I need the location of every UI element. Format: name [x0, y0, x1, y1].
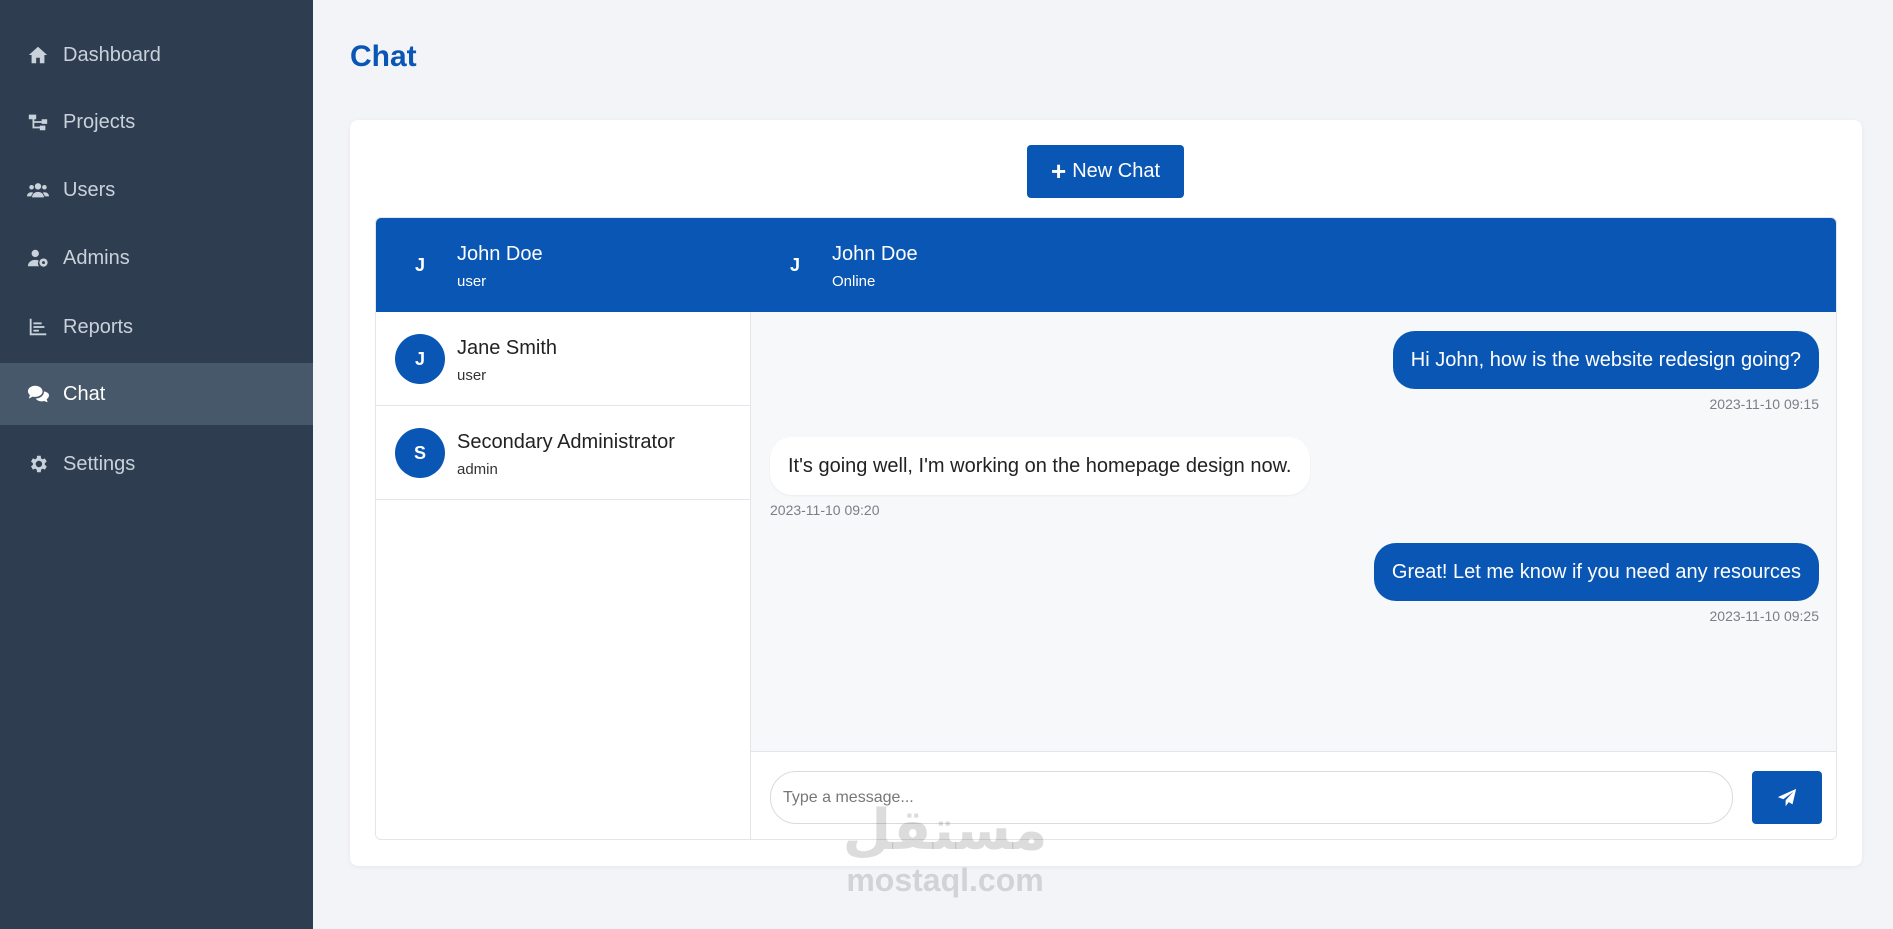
users-icon	[26, 178, 50, 202]
watermark-logo: مستقل	[842, 798, 1048, 863]
message-timestamp: 2023-11-10 09:20	[770, 502, 880, 518]
comments-icon	[26, 382, 50, 406]
sidebar-item-settings[interactable]: Settings	[0, 433, 313, 495]
conversation-header: J John Doe Online	[751, 218, 1836, 312]
sidebar-item-admins[interactable]: Admins	[0, 227, 313, 289]
sidebar-item-label: Projects	[63, 110, 136, 133]
plus-icon: +	[1051, 155, 1067, 186]
contact-item-secondary-administrator[interactable]: S Secondary Administrator admin	[376, 406, 751, 500]
avatar: J	[395, 334, 445, 384]
new-chat-button[interactable]: + New Chat	[1027, 145, 1184, 198]
message-timestamp: 2023-11-10 09:25	[1709, 608, 1820, 624]
message-bubble-outgoing: Great! Let me know if you need any resou…	[1373, 543, 1819, 601]
watermark-text: mostaql.com	[846, 862, 1044, 898]
sidebar-item-label: Admins	[63, 246, 130, 269]
page-title: Chat	[350, 40, 417, 73]
paper-plane-icon	[1776, 787, 1798, 809]
conversation-name: John Doe	[832, 243, 918, 265]
avatar: J	[789, 254, 800, 275]
sidebar-item-users[interactable]: Users	[0, 159, 313, 221]
message-timestamp: 2023-11-10 09:15	[1709, 396, 1820, 412]
contact-item-jane-smith[interactable]: J Jane Smith user	[376, 312, 751, 406]
sidebar: Dashboard Projects Users Admins Reports …	[0, 0, 313, 929]
avatar: J	[414, 254, 425, 275]
chart-icon	[26, 315, 50, 339]
message-bubble-incoming: It's going well, I'm working on the home…	[770, 437, 1310, 495]
chat-panel: J John Doe user J Jane Smith user S Seco…	[375, 217, 1837, 840]
gear-icon	[26, 452, 50, 476]
contact-name: Jane Smith	[457, 337, 558, 359]
contact-list: J John Doe user J Jane Smith user S Seco…	[376, 218, 751, 839]
sidebar-item-dashboard[interactable]: Dashboard	[0, 24, 313, 86]
conversation: J John Doe Online Hi John, how is the we…	[751, 218, 1836, 839]
contact-role: user	[457, 273, 487, 290]
sidebar-item-projects[interactable]: Projects	[0, 91, 313, 153]
new-chat-label: New Chat	[1072, 160, 1160, 182]
contact-name: John Doe	[457, 243, 543, 265]
contact-name: Secondary Administrator	[457, 431, 675, 453]
contact-role: admin	[457, 461, 498, 478]
message-bubble-outgoing: Hi John, how is the website redesign goi…	[1392, 331, 1819, 389]
sidebar-item-chat[interactable]: Chat	[0, 363, 313, 425]
sidebar-item-label: Users	[63, 178, 116, 201]
sidebar-item-label: Dashboard	[63, 43, 161, 66]
sidebar-item-label: Settings	[63, 452, 136, 475]
avatar: S	[395, 428, 445, 478]
user-cog-icon	[26, 246, 50, 270]
sitemap-icon	[26, 110, 50, 134]
contact-item-john-doe[interactable]: J John Doe user	[376, 218, 751, 312]
sidebar-item-label: Reports	[63, 315, 134, 338]
send-button[interactable]	[1752, 771, 1822, 824]
contact-role: user	[457, 367, 487, 384]
conversation-status: Online	[832, 273, 876, 290]
sidebar-item-label: Chat	[63, 382, 106, 405]
sidebar-item-reports[interactable]: Reports	[0, 296, 313, 358]
home-icon	[26, 43, 50, 67]
watermark: مستقل mostaql.com	[830, 800, 1060, 910]
